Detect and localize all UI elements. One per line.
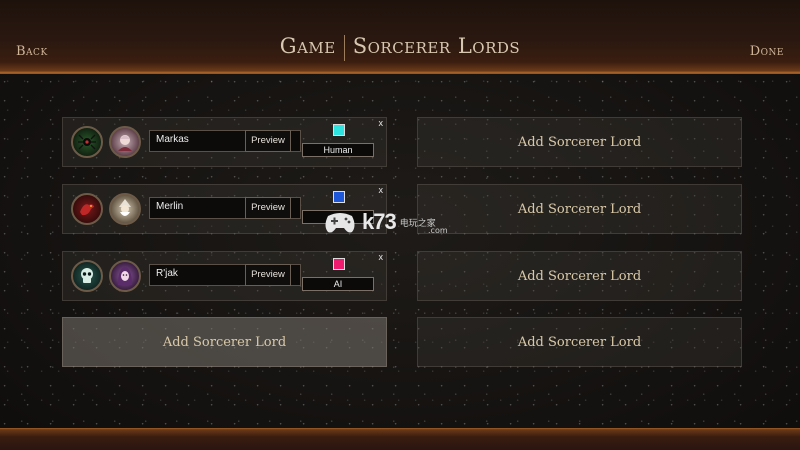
add-sorcerer-lord-button[interactable]: Add Sorcerer Lord [62, 317, 387, 367]
title-divider [343, 34, 345, 61]
add-sorcerer-lord-button[interactable]: Add Sorcerer Lord [417, 251, 742, 301]
portrait-icon[interactable] [109, 126, 141, 158]
dragon-icon[interactable] [71, 193, 103, 225]
bottom-bar [0, 428, 800, 450]
page-title: Game Sorcerer Lords [0, 34, 800, 61]
preview-button[interactable]: Preview [245, 264, 291, 286]
add-sorcerer-lord-button[interactable]: Add Sorcerer Lord [417, 117, 742, 167]
title-screen: Sorcerer Lords [352, 34, 521, 58]
player-type-select[interactable]: AI [302, 277, 374, 291]
player-slot-3: R'jak Preview AI x [62, 251, 387, 301]
player-type-select[interactable]: Human [302, 143, 374, 157]
player-color-swatch[interactable] [333, 124, 345, 136]
add-sorcerer-lord-label: Add Sorcerer Lord [517, 201, 642, 217]
watermark-com: .com [428, 226, 448, 235]
portrait-icon[interactable] [109, 260, 141, 292]
add-sorcerer-lord-label: Add Sorcerer Lord [517, 334, 642, 350]
player-slot-1: Markas Preview Human x [62, 117, 387, 167]
player-color-swatch[interactable] [333, 258, 345, 270]
watermark-text: k73 [362, 209, 397, 234]
portrait-icon[interactable] [109, 193, 141, 225]
player-color-swatch[interactable] [333, 191, 345, 203]
add-sorcerer-lord-label: Add Sorcerer Lord [517, 134, 642, 150]
remove-player-button[interactable]: x [379, 118, 384, 128]
add-sorcerer-lord-label: Add Sorcerer Lord [517, 268, 642, 284]
skull-icon[interactable] [71, 260, 103, 292]
add-sorcerer-lord-label: Add Sorcerer Lord [162, 334, 287, 350]
watermark: k73 电玩之家 .com [322, 204, 482, 240]
done-button[interactable]: Done [750, 44, 784, 59]
remove-player-button[interactable]: x [379, 185, 384, 195]
spider-icon[interactable] [71, 126, 103, 158]
title-section: Game [279, 34, 336, 58]
preview-button[interactable]: Preview [245, 130, 291, 152]
preview-button[interactable]: Preview [245, 197, 291, 219]
gamepad-icon [325, 213, 355, 233]
remove-player-button[interactable]: x [379, 252, 384, 262]
top-bar: Back Game Sorcerer Lords Done [0, 0, 800, 74]
add-sorcerer-lord-button[interactable]: Add Sorcerer Lord [417, 317, 742, 367]
